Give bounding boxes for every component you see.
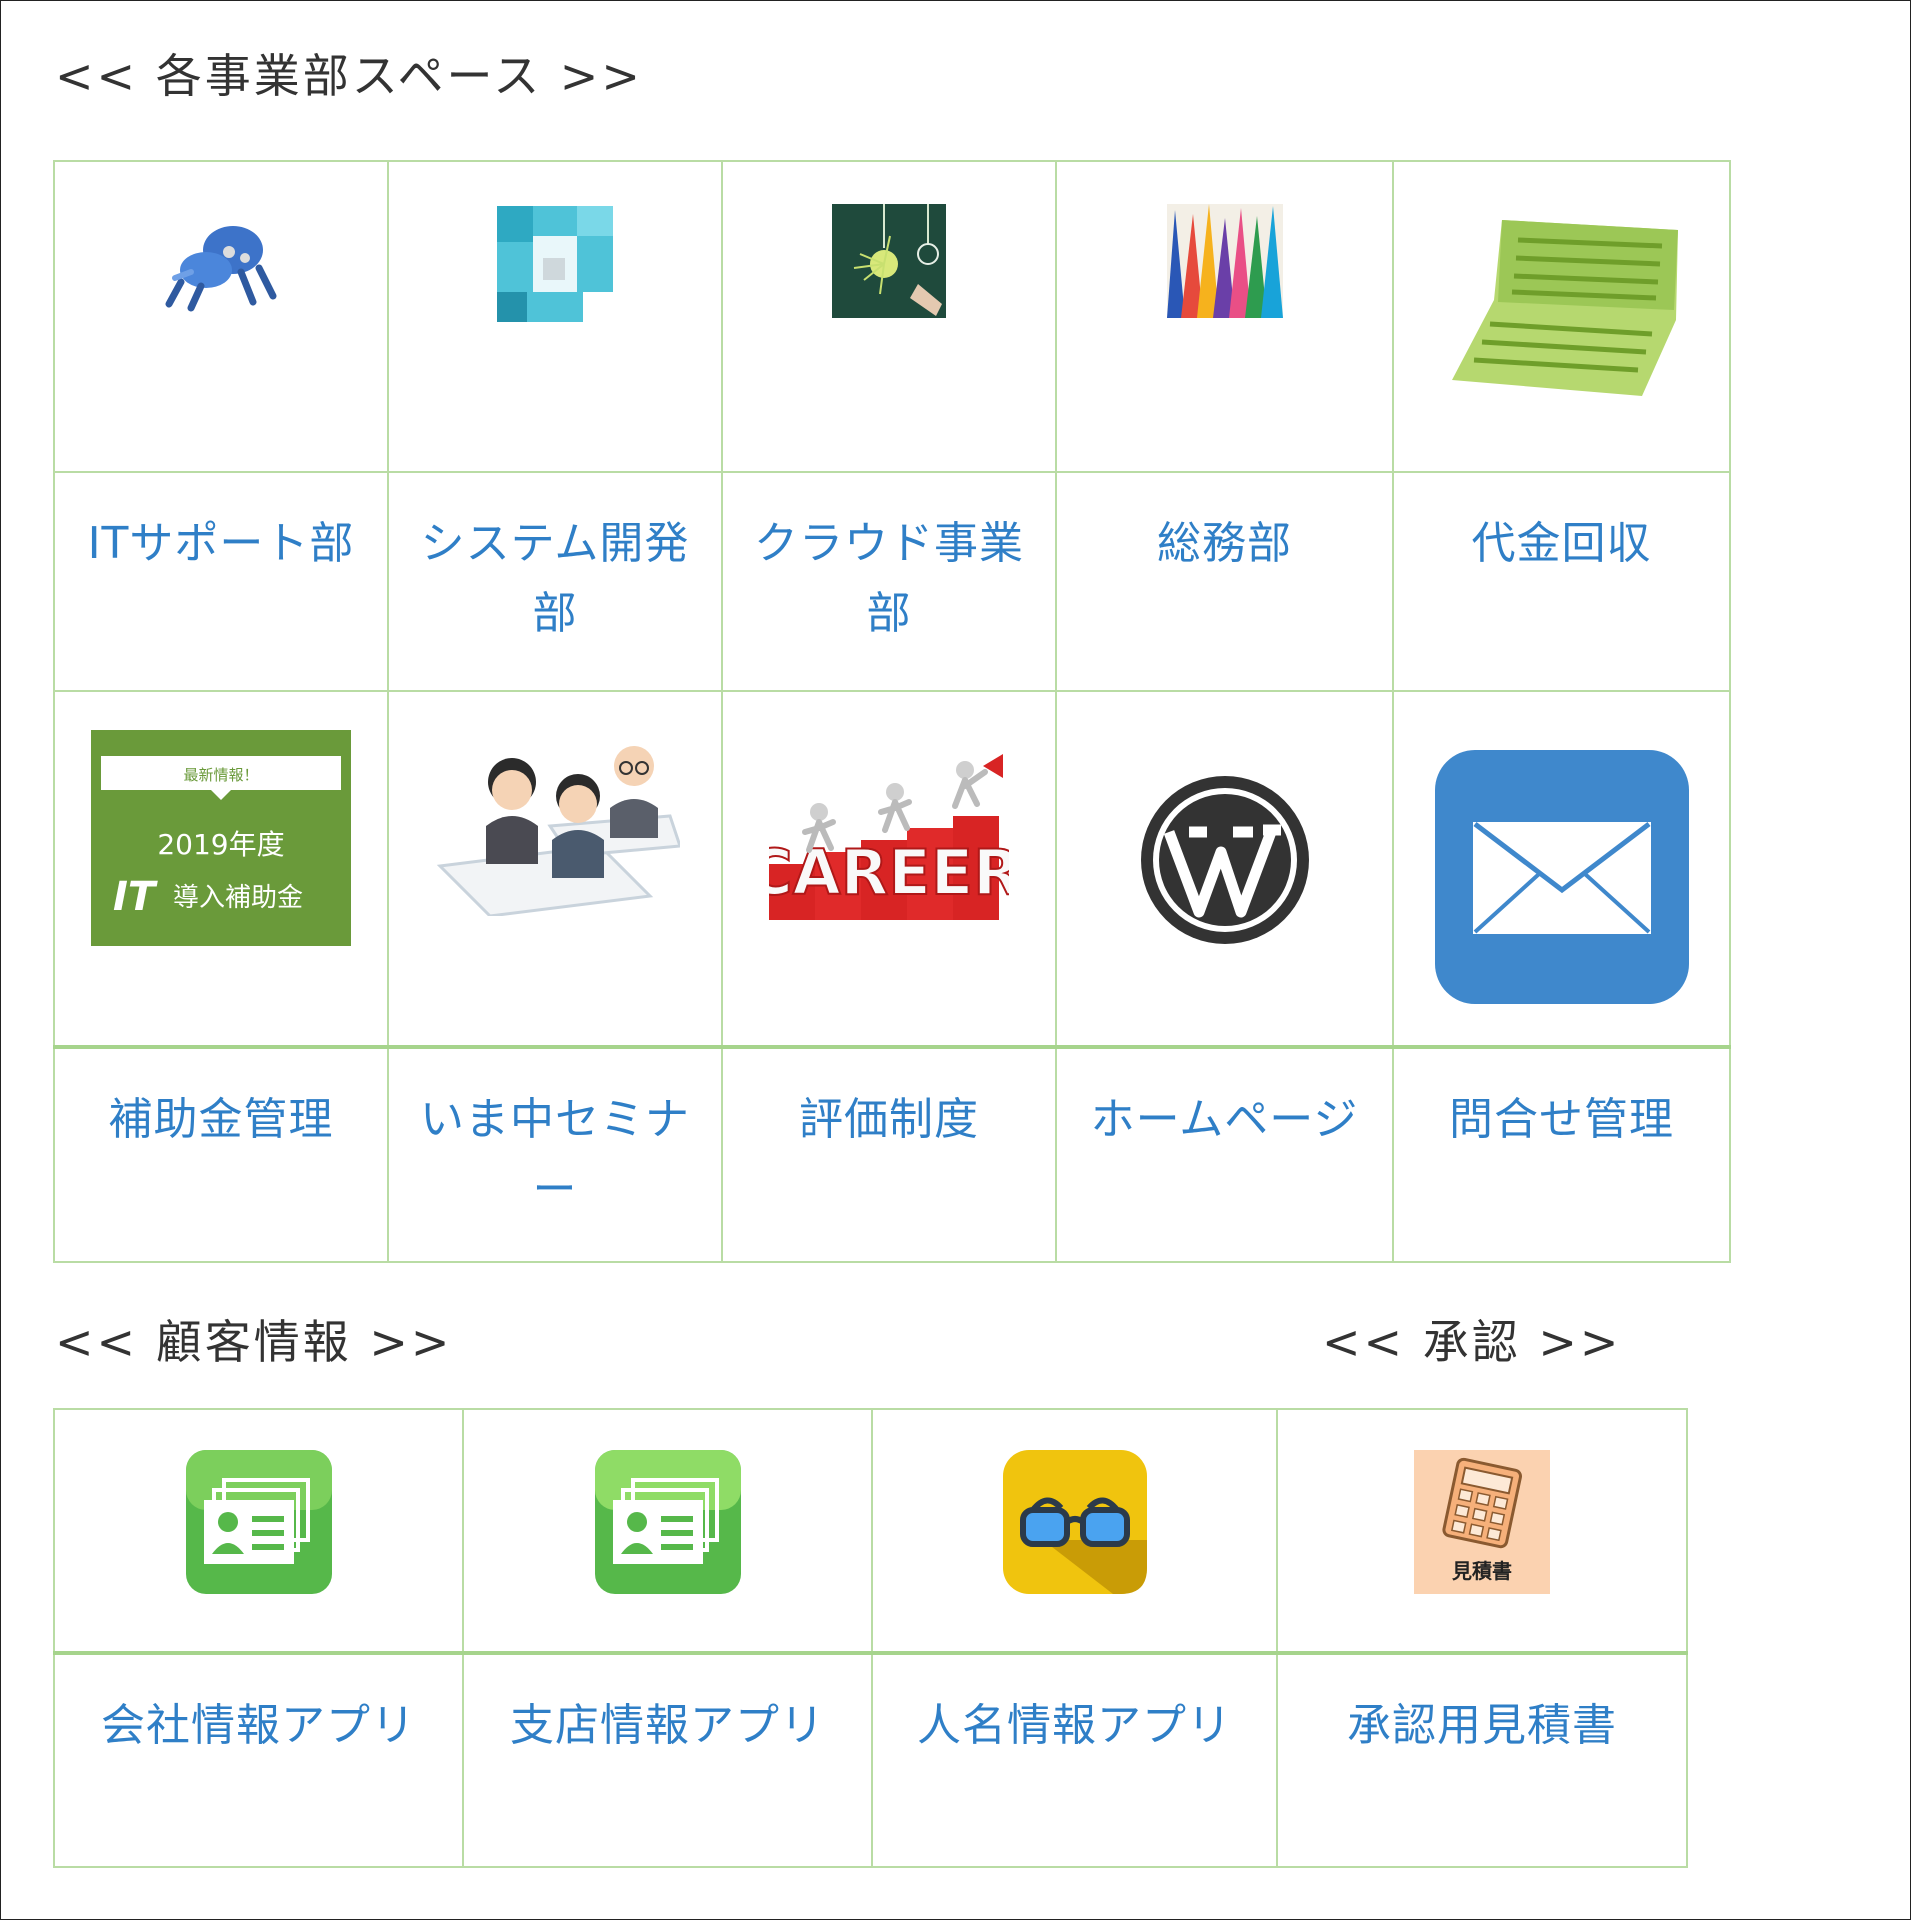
dept-label-cell: ITサポート部	[53, 471, 389, 692]
dept-label-cell: システム開発部	[387, 471, 723, 692]
dept-icon-cell	[53, 160, 389, 473]
dept-label-cell: 問合せ管理	[1392, 1046, 1731, 1263]
subsidy-banner-year-text: 2019年度	[157, 828, 284, 861]
subsidy-banner-it-text: IT	[113, 874, 158, 920]
lightbulb-chalkboard-icon[interactable]	[832, 204, 946, 318]
app-label-cell: 承認用見積書	[1276, 1652, 1688, 1868]
dept-icon-cell	[387, 690, 723, 1049]
subsidy-banner-icon[interactable]: 最新情報！ 2019年度 IT 導入補助金	[91, 730, 351, 946]
dept-icon-cell	[1392, 160, 1731, 473]
wordpress-icon[interactable]	[1137, 772, 1313, 948]
dept-icon-cell	[387, 160, 723, 473]
dept-label-cell: 評価制度	[721, 1046, 1057, 1263]
dept-link-system-dev[interactable]: システム開発部	[415, 509, 695, 649]
dept-icon-cell	[1392, 690, 1731, 1049]
dept-icon-cell: CAREER	[721, 690, 1057, 1049]
bankbook-icon[interactable]	[1442, 210, 1682, 400]
departments-grid: ITサポート部 システム開発部 クラウド事業部 総務部 代金回収 最新情報！ 2…	[53, 160, 1731, 1263]
dept-link-inquiry[interactable]: 問合せ管理	[1449, 1085, 1674, 1155]
dept-link-general-affairs[interactable]: 総務部	[1157, 509, 1292, 579]
dept-icon-cell	[721, 160, 1057, 473]
dept-link-payment-collection[interactable]: 代金回収	[1472, 509, 1652, 579]
mail-icon[interactable]	[1434, 750, 1689, 1004]
customer-apps-grid: 見積書 会社情報アプリ 支店情報アプリ 人名情報アプリ 承認用見積書	[53, 1408, 1688, 1868]
dept-link-subsidy[interactable]: 補助金管理	[109, 1085, 334, 1155]
dept-label-cell: クラウド事業部	[721, 471, 1057, 692]
app-icon-cell	[871, 1408, 1278, 1655]
colored-pencils-icon[interactable]	[1166, 204, 1283, 318]
dept-link-homepage[interactable]: ホームページ	[1091, 1085, 1359, 1155]
dept-label-cell: 代金回収	[1392, 471, 1731, 692]
dept-icon-cell	[1055, 160, 1394, 473]
app-link-company-info[interactable]: 会社情報アプリ	[101, 1691, 416, 1761]
dept-link-cloud[interactable]: クラウド事業部	[749, 509, 1029, 649]
dept-icon-cell: 最新情報！ 2019年度 IT 導入補助金	[53, 690, 389, 1049]
dept-label-cell: 補助金管理	[53, 1046, 389, 1263]
approval-heading: << 承認 >>	[1322, 1315, 1622, 1369]
dept-link-evaluation[interactable]: 評価制度	[799, 1085, 979, 1155]
dept-label-cell: 総務部	[1055, 471, 1394, 692]
customer-heading: << 顧客情報 >>	[55, 1315, 453, 1369]
dept-link-seminar[interactable]: いま中セミナー	[409, 1085, 701, 1225]
career-icon[interactable]: CAREER	[769, 744, 1009, 924]
career-icon-text: CAREER	[769, 836, 1009, 909]
departments-heading: << 各事業部スペース >>	[55, 49, 643, 103]
app-link-person-info[interactable]: 人名情報アプリ	[917, 1691, 1232, 1761]
app-label-cell: 人名情報アプリ	[871, 1652, 1278, 1868]
seminar-people-icon[interactable]	[430, 746, 680, 916]
app-label-cell: 会社情報アプリ	[53, 1652, 464, 1868]
app-link-branch-info[interactable]: 支店情報アプリ	[510, 1691, 825, 1761]
dept-label-cell: いま中セミナー	[387, 1046, 723, 1263]
dept-link-it-support[interactable]: ITサポート部	[88, 509, 355, 579]
glasses-icon[interactable]	[1002, 1450, 1147, 1594]
subsidy-banner-title-text: 導入補助金	[173, 883, 303, 913]
app-icon-cell: 見積書	[1276, 1408, 1688, 1655]
app-label-cell: 支店情報アプリ	[462, 1652, 873, 1868]
business-card-icon[interactable]	[185, 1450, 332, 1594]
app-icon-cell	[462, 1408, 873, 1655]
dept-icon-cell	[1055, 690, 1394, 1049]
subsidy-banner-top-text: 最新情報！	[183, 766, 258, 784]
app-link-approval-estimate[interactable]: 承認用見積書	[1347, 1691, 1617, 1761]
dept-label-cell: ホームページ	[1055, 1046, 1394, 1263]
calculator-estimate-text: 見積書	[1452, 1559, 1512, 1583]
app-icon-cell	[53, 1408, 464, 1655]
business-card-icon[interactable]	[594, 1450, 741, 1594]
blocks-icon[interactable]	[497, 206, 613, 322]
robot-icon[interactable]	[161, 212, 281, 312]
calculator-estimate-icon[interactable]: 見積書	[1414, 1450, 1550, 1594]
